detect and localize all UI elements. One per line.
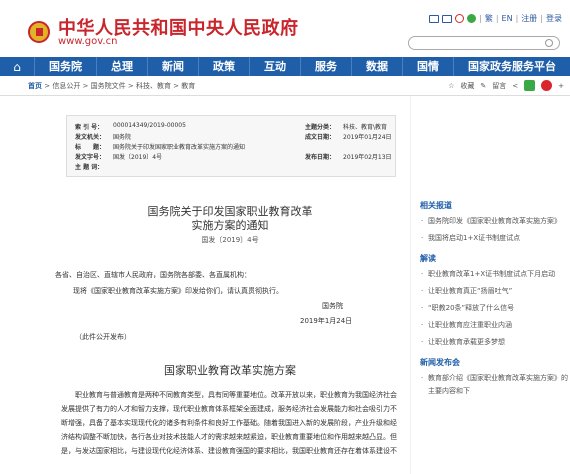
more-icon[interactable]: + bbox=[558, 82, 564, 90]
meta-key: 索 引 号： bbox=[75, 124, 104, 131]
meta-value: 000014349/2019-00005 bbox=[113, 122, 186, 129]
search-icon[interactable] bbox=[545, 39, 553, 47]
nav-item[interactable]: 国务院 bbox=[34, 57, 96, 76]
wechat-icon[interactable] bbox=[467, 14, 477, 23]
wechat-share-icon[interactable] bbox=[524, 80, 536, 91]
intro-paragraph: 现将《国家职业教育改革实施方案》印发给你们，请认真贯彻执行。 bbox=[73, 287, 283, 295]
side-link[interactable]: 让职业教育应注重职业内涵 bbox=[420, 319, 570, 332]
weibo-share-icon[interactable] bbox=[541, 80, 553, 91]
side-section-reports: 相关报道 国务院印发《国家职业教育改革实施方案》 我国将启动1+X证书制度试点 bbox=[420, 200, 570, 245]
mobile-icon[interactable] bbox=[442, 14, 453, 23]
star-icon[interactable]: ☆ bbox=[448, 82, 454, 90]
public-note: （此件公开发布） bbox=[75, 333, 131, 341]
side-link[interactable]: “职教20条”释放了什么信号 bbox=[420, 302, 570, 315]
site-header: 中华人民共和国中央人民政府 www.gov.cn | 繁 | EN | 注册 |… bbox=[0, 0, 570, 57]
doc-title-line2: 实施方案的通知 bbox=[191, 219, 269, 232]
mail-icon[interactable] bbox=[429, 14, 440, 23]
doc-header: 国务院关于印发国家职业教育改革 实施方案的通知 国发〔2019〕4号 bbox=[60, 205, 400, 245]
side-link[interactable]: 让职业教育承载更多梦想 bbox=[420, 336, 570, 349]
top-links: | 繁 | EN | 注册 | 登录 bbox=[429, 13, 562, 24]
meta-row: 发文机关： 国务院 成文日期： 2019年01月24日 bbox=[75, 132, 395, 142]
doc-number: 国发〔2019〕4号 bbox=[201, 236, 259, 244]
breadcrumb-path[interactable]: > 信息公开 > 国务院文件 > 科技、教育 > 教育 bbox=[42, 82, 195, 90]
meta-row: 标 题： 国务院关于印发国家职业教育改革实施方案的通知 bbox=[75, 142, 395, 152]
nav-item[interactable]: 互动 bbox=[249, 57, 300, 76]
favorite-link[interactable]: 收藏 bbox=[460, 81, 474, 91]
link-english[interactable]: EN bbox=[502, 14, 513, 23]
column-divider bbox=[410, 96, 411, 474]
meta-key: 发文机关： bbox=[75, 134, 106, 141]
signature: 国务院 bbox=[322, 302, 343, 310]
meta-row: 主 题 词： bbox=[75, 162, 395, 172]
link-login[interactable]: 登录 bbox=[546, 13, 562, 24]
body-paragraph: 职业教育与普通教育是两种不同教育类型，具有同等重要地位。改革开放以来，职业教育为… bbox=[61, 391, 397, 455]
meta-key: 主 题 词： bbox=[75, 164, 104, 171]
side-heading: 解读 bbox=[420, 254, 436, 263]
link-register[interactable]: 注册 bbox=[521, 13, 537, 24]
meta-value: 科技、教育\教育 bbox=[343, 124, 388, 131]
meta-table: 索 引 号： 000014349/2019-00005 主题分类： 科技、教育\… bbox=[66, 115, 396, 177]
search-input[interactable] bbox=[408, 36, 560, 50]
meta-value: 2019年01月24日 bbox=[343, 134, 392, 141]
meta-value: 国务院 bbox=[113, 134, 132, 141]
share-icon[interactable]: < bbox=[512, 82, 518, 90]
site-url[interactable]: www.gov.cn bbox=[58, 36, 117, 47]
meta-value: 2019年02月13日 bbox=[343, 154, 392, 161]
leave-message-link[interactable]: 留言 bbox=[492, 81, 506, 91]
meta-value: 国发〔2019〕4号 bbox=[113, 154, 163, 161]
side-heading: 相关报道 bbox=[420, 201, 452, 210]
meta-key: 主题分类： bbox=[305, 124, 336, 131]
meta-key: 标 题： bbox=[75, 144, 106, 151]
nav-item[interactable]: 国家政务服务平台 bbox=[453, 57, 570, 76]
nav-item[interactable]: 新闻 bbox=[147, 57, 198, 76]
meta-key: 成文日期： bbox=[305, 134, 336, 141]
meta-key: 发布日期： bbox=[305, 154, 336, 161]
addressee: 各省、自治区、直辖市人民政府，国务院各部委、各直属机构： bbox=[55, 271, 251, 279]
plan-title: 国家职业教育改革实施方案 bbox=[164, 364, 296, 377]
nav-item[interactable]: 服务 bbox=[300, 57, 351, 76]
side-link[interactable]: 职业教育改革1+X证书制度试点下月启动 bbox=[420, 268, 570, 281]
link-traditional[interactable]: 繁 bbox=[485, 13, 493, 24]
breadcrumb-bar: 首页 > 信息公开 > 国务院文件 > 科技、教育 > 教育 ☆ 收藏 ✎ 留言… bbox=[0, 76, 570, 96]
nav-item[interactable]: 国情 bbox=[402, 57, 453, 76]
weibo-icon[interactable] bbox=[455, 14, 465, 23]
doc-title-line1: 国务院关于印发国家职业教育改革 bbox=[147, 205, 313, 218]
nav-item[interactable]: 政策 bbox=[198, 57, 249, 76]
side-section-press: 新闻发布会 教育部介绍《国家职业教育改革实施方案》的主要内容和下 bbox=[420, 357, 570, 398]
side-heading: 新闻发布会 bbox=[420, 358, 460, 367]
side-link[interactable]: 我国将启动1+X证书制度试点 bbox=[420, 232, 570, 245]
meta-value: 国务院关于印发国家职业教育改革实施方案的通知 bbox=[113, 144, 246, 151]
meta-row: 发文字号： 国发〔2019〕4号 发布日期： 2019年02月13日 bbox=[75, 152, 395, 162]
nav-item[interactable]: 数据 bbox=[351, 57, 402, 76]
side-link[interactable]: 让职业教育真正“扬眉吐气” bbox=[420, 285, 570, 298]
nav-item[interactable]: 总理 bbox=[96, 57, 147, 76]
meta-key: 发文字号： bbox=[75, 154, 106, 161]
national-emblem-icon[interactable] bbox=[28, 21, 50, 43]
edit-icon[interactable]: ✎ bbox=[480, 82, 486, 90]
share-bar: ☆ 收藏 ✎ 留言 < + bbox=[448, 80, 564, 91]
breadcrumb: 首页 > 信息公开 > 国务院文件 > 科技、教育 > 教育 bbox=[28, 81, 195, 91]
meta-row: 索 引 号： 000014349/2019-00005 主题分类： 科技、教育\… bbox=[75, 122, 395, 132]
home-icon[interactable]: ⌂ bbox=[0, 57, 34, 76]
side-link[interactable]: 国务院印发《国家职业教育改革实施方案》 bbox=[420, 215, 570, 228]
side-section-interpretation: 解读 职业教育改革1+X证书制度试点下月启动 让职业教育真正“扬眉吐气” “职教… bbox=[420, 253, 570, 349]
sign-date: 2019年1月24日 bbox=[300, 317, 353, 325]
sidebar: 相关报道 国务院印发《国家职业教育改革实施方案》 我国将启动1+X证书制度试点 … bbox=[420, 200, 570, 406]
main-nav: ⌂ 国务院 总理 新闻 政策 互动 服务 数据 国情 国家政务服务平台 bbox=[0, 57, 570, 76]
breadcrumb-home[interactable]: 首页 bbox=[28, 82, 42, 90]
side-link[interactable]: 教育部介绍《国家职业教育改革实施方案》的主要内容和下 bbox=[420, 372, 570, 398]
